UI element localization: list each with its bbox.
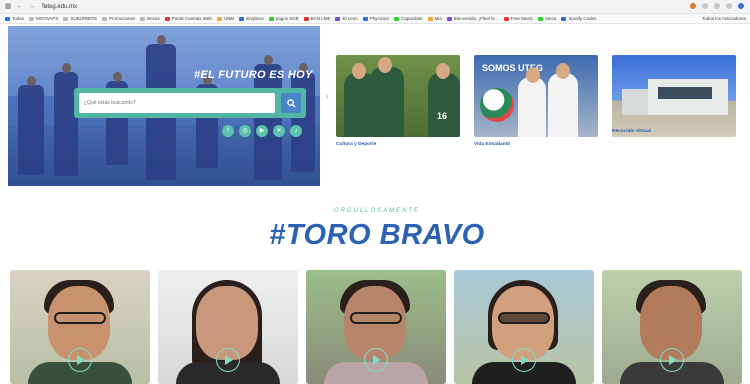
x-icon[interactable]: ✕ <box>273 125 285 137</box>
instagram-icon[interactable]: ◎ <box>239 125 251 137</box>
athlete-figure <box>18 76 44 175</box>
bookmark-item[interactable]: pagos SGE <box>268 16 299 21</box>
volleyball <box>480 88 514 122</box>
section-kicker: ORGULLOSAMENTE <box>333 208 421 214</box>
app-icon <box>303 16 309 21</box>
video-card[interactable] <box>10 270 150 384</box>
star-icon[interactable] <box>702 3 708 9</box>
player-figure <box>548 63 578 137</box>
video-card[interactable] <box>158 270 298 384</box>
play-triangle <box>225 355 233 365</box>
app-icon <box>394 16 400 21</box>
app-icon <box>362 16 368 21</box>
browser-toolbar: ▦ ← → ↻ uteg.edu.mx <box>0 0 750 14</box>
player-figure: 16 <box>428 63 460 137</box>
facebook-icon[interactable]: f <box>222 125 234 137</box>
video-card[interactable] <box>454 270 594 384</box>
search-input[interactable] <box>79 93 275 113</box>
app-icon <box>446 16 452 21</box>
section-title: #TORO BRAVO <box>269 219 485 251</box>
card-recorrido-virtual[interactable] <box>612 55 736 137</box>
app-icon <box>239 16 245 21</box>
folder-icon <box>63 16 69 21</box>
app-icon <box>164 16 170 21</box>
athlete-figure <box>291 63 315 172</box>
back-icon[interactable]: ← <box>16 3 24 11</box>
profile-icon[interactable] <box>726 3 732 9</box>
app-icon <box>216 16 222 21</box>
bookmark-item[interactable]: Capacitate <box>394 16 423 21</box>
video-card[interactable] <box>602 270 742 384</box>
youtube-icon[interactable]: ▶ <box>256 125 268 137</box>
app-icon <box>427 16 433 21</box>
bookmark-item[interactable]: UNM <box>216 16 234 21</box>
app-icon <box>561 16 567 21</box>
card-label[interactable]: Recorrido Virtual <box>612 129 651 134</box>
card-vida-estudiantil[interactable]: SOMOS UTEG <box>474 55 598 137</box>
bookmark-item[interactable]: Todas <box>5 16 24 21</box>
tiktok-icon[interactable]: ♪ <box>290 125 302 137</box>
bookmark-item[interactable]: Portal Cuentas Web <box>164 16 212 21</box>
play-icon[interactable] <box>660 348 684 372</box>
bookmark-item[interactable]: Free Music <box>503 16 533 21</box>
play-triangle <box>521 355 529 365</box>
bookmark-item[interactable]: Promociones <box>101 16 135 21</box>
glasses <box>350 312 402 324</box>
app-icon <box>537 16 543 21</box>
bookmark-item[interactable]: Mia <box>427 16 442 21</box>
bookmark-icon <box>5 16 10 21</box>
athlete-figure <box>254 55 282 180</box>
bookmark-item[interactable]: El Leon <box>335 16 358 21</box>
player-figure <box>370 57 404 137</box>
app-icon <box>335 16 341 21</box>
bookmark-item[interactable]: Bienvenido, ¡Fleet le... <box>446 16 499 21</box>
all-bookmarks[interactable]: Todos los marcadores <box>702 16 746 21</box>
page-content: #EL FUTURO ES HOY f ◎ ▶ ✕ ♪ ‹ 16 Cultura… <box>8 24 746 384</box>
puzzle-icon[interactable] <box>714 3 720 9</box>
hero-search <box>74 88 306 118</box>
bookmark-item[interactable]: Ateca <box>537 16 556 21</box>
carousel-prev-icon[interactable]: ‹ <box>326 92 329 101</box>
play-icon[interactable] <box>364 348 388 372</box>
app-icon <box>268 16 274 21</box>
folder-icon <box>101 16 107 21</box>
bookmark-item[interactable]: Empleos <box>239 16 264 21</box>
bookmark-item[interactable]: SUBURBIOS <box>63 16 97 21</box>
card-label[interactable]: Cultura y Deporte <box>336 142 376 147</box>
app-icon <box>503 16 509 21</box>
card-cultura-deporte[interactable]: 16 <box>336 55 460 137</box>
search-button[interactable] <box>281 93 301 113</box>
play-triangle <box>77 355 85 365</box>
hero-tagline: #EL FUTURO ES HOY <box>194 69 313 81</box>
sunglasses <box>498 312 550 324</box>
forward-icon[interactable]: → <box>28 3 36 11</box>
extension-icon[interactable] <box>690 3 696 9</box>
play-icon[interactable] <box>216 348 240 372</box>
folder-icon <box>29 16 35 21</box>
hero-banner: #EL FUTURO ES HOY f ◎ ▶ ✕ ♪ <box>8 26 320 186</box>
bookmark-item[interactable]: Spotify Codes <box>561 16 596 21</box>
tabs-icon[interactable]: ▦ <box>4 3 12 11</box>
bookmark-item[interactable]: MOOVAPS <box>29 16 58 21</box>
search-icon <box>286 98 296 108</box>
campus-building <box>622 79 728 115</box>
folder-icon <box>140 16 146 21</box>
player-figure <box>518 67 546 137</box>
account-icon[interactable] <box>738 3 744 9</box>
bookmark-item[interactable]: Physician <box>362 16 389 21</box>
browser-actions <box>690 3 744 9</box>
bookmark-item[interactable]: BAN LME <box>303 16 330 21</box>
address-bar[interactable]: uteg.edu.mx <box>44 3 77 12</box>
play-icon[interactable] <box>512 348 536 372</box>
social-links: f ◎ ▶ ✕ ♪ <box>222 125 302 137</box>
play-icon[interactable] <box>68 348 92 372</box>
bookmarks-bar: Todas MOOVAPS SUBURBIOS Promociones Beca… <box>0 14 750 24</box>
play-triangle <box>373 355 381 365</box>
card-label[interactable]: Vida Estudiantil <box>474 142 510 147</box>
play-triangle <box>669 355 677 365</box>
glasses <box>54 312 106 324</box>
video-card[interactable] <box>306 270 446 384</box>
bookmark-item[interactable]: Becas <box>140 16 160 21</box>
